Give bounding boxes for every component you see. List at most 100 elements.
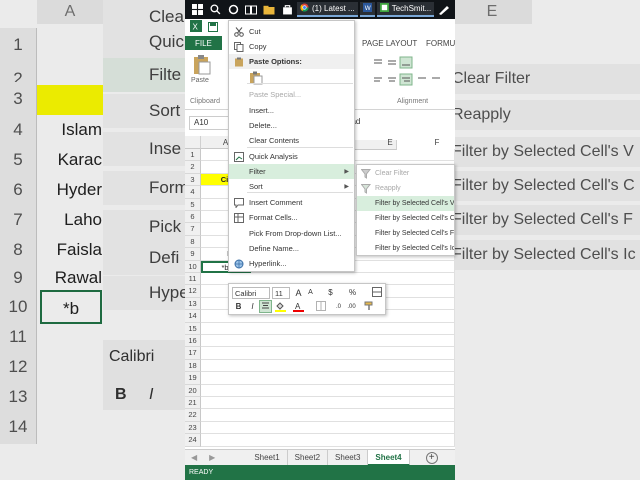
name-box[interactable]: A10 xyxy=(189,115,229,130)
row-header[interactable]: 16 xyxy=(185,335,201,348)
taskbar-app-word[interactable]: W xyxy=(359,2,375,17)
taskbar-app-chrome[interactable]: (1) Latest ... xyxy=(297,2,358,17)
font-name-box[interactable]: Calibri xyxy=(232,287,270,299)
clipboard-icon xyxy=(233,56,244,67)
row-header[interactable]: 14 xyxy=(185,310,201,323)
menu-item-insert-comment[interactable]: Insert Comment xyxy=(229,195,354,210)
menu-item-copy[interactable]: Copy xyxy=(229,39,354,54)
menu-item-quick-analysis[interactable]: Quick Analysis xyxy=(229,149,354,164)
add-sheet-icon[interactable]: + xyxy=(425,451,438,464)
increase-decimal-icon[interactable]: .0 xyxy=(333,301,344,313)
sheet-tab-2[interactable]: Sheet2 xyxy=(288,449,329,466)
submenu-item-label: Reapply xyxy=(375,185,401,192)
submenu-item-1[interactable]: Reapply xyxy=(357,181,454,196)
tab-page-layout[interactable]: PAGE LAYOUT xyxy=(362,39,417,48)
row-header[interactable]: 11 xyxy=(185,273,201,286)
menu-item-filter[interactable]: Filter ▶ xyxy=(229,164,354,179)
menu-item-paste-special[interactable]: Paste Special... xyxy=(229,87,354,102)
row-header[interactable]: 23 xyxy=(185,421,201,435)
sheet-tab-3[interactable]: Sheet3 xyxy=(328,449,369,466)
menu-item-label: Pick From Drop-down List... xyxy=(249,229,342,238)
row-header[interactable]: 4 xyxy=(185,186,201,199)
bold-button[interactable]: B xyxy=(233,301,244,313)
sheet-tab-1[interactable]: Sheet1 xyxy=(247,449,288,466)
windows-start-icon[interactable] xyxy=(189,3,205,17)
submenu-item-2[interactable]: Filter by Selected Cell's V xyxy=(357,196,454,211)
menu-separator xyxy=(247,147,353,148)
menu-item-pick-from-drop-down-list[interactable]: Pick From Drop-down List... xyxy=(229,226,354,241)
submenu-item-4[interactable]: Filter by Selected Cell's F xyxy=(357,226,454,241)
italic-button[interactable]: I xyxy=(247,301,258,313)
menu-item-cut[interactable]: Cut xyxy=(229,24,354,39)
save-icon[interactable] xyxy=(208,19,218,37)
percent-button[interactable]: % xyxy=(347,287,358,299)
submenu-item-0[interactable]: Clear Filter xyxy=(357,166,454,181)
prev-sheet-icon[interactable]: ◀ xyxy=(185,453,203,462)
row-header[interactable]: 7 xyxy=(185,223,201,236)
row-header[interactable]: 12 xyxy=(185,285,201,298)
row-header[interactable]: 2 xyxy=(185,161,201,174)
sheet-tabs-bar: ◀ ▶ Sheet1 Sheet2 Sheet3 Sheet4 + xyxy=(185,449,455,466)
grid-row xyxy=(201,322,455,335)
grow-font-button[interactable]: A xyxy=(293,287,304,299)
hyperlink-icon xyxy=(233,258,244,269)
comma-style-icon[interactable] xyxy=(371,287,382,299)
alignment-buttons[interactable] xyxy=(372,56,452,90)
row-header[interactable]: 10 xyxy=(185,260,201,273)
pen-icon[interactable] xyxy=(436,3,452,17)
font-size-box[interactable]: 11 xyxy=(272,287,290,299)
menu-item-format-cells[interactable]: Format Cells... xyxy=(229,210,354,225)
row-header[interactable]: 17 xyxy=(185,347,201,360)
submenu-arrow-icon: ▶ xyxy=(344,184,349,190)
row-header[interactable]: 19 xyxy=(185,372,201,385)
format-painter-icon[interactable] xyxy=(363,301,374,313)
row-header[interactable]: 15 xyxy=(185,322,201,335)
row-header[interactable]: 5 xyxy=(185,198,201,211)
search-icon[interactable] xyxy=(207,3,223,17)
paste-icon[interactable] xyxy=(191,54,213,76)
taskbar-app-techsmith[interactable]: TechSmit... xyxy=(376,2,435,17)
tab-file[interactable]: FILE xyxy=(185,36,222,50)
menu-item-label: Insert Comment xyxy=(249,198,303,207)
row-header[interactable]: 18 xyxy=(185,359,201,373)
column-header-f[interactable]: F xyxy=(419,136,455,149)
cortana-icon[interactable] xyxy=(225,3,241,17)
menu-item-label: Cut xyxy=(249,27,261,36)
tab-formulas[interactable]: FORMUL xyxy=(426,39,455,48)
decrease-decimal-icon[interactable]: .00 xyxy=(346,301,357,313)
task-view-icon[interactable] xyxy=(243,3,259,17)
borders-icon[interactable] xyxy=(315,301,326,313)
currency-button[interactable]: $ xyxy=(325,287,336,299)
column-header-e[interactable]: E xyxy=(375,136,405,149)
sheet-tab-4[interactable]: Sheet4 xyxy=(368,449,410,466)
row-header[interactable]: 9 xyxy=(185,248,201,261)
paste-options-buttons xyxy=(229,69,354,87)
menu-item-hyperlink[interactable]: Hyperlink... xyxy=(229,256,354,271)
submenu-item-3[interactable]: Filter by Selected Cell's C xyxy=(357,211,454,226)
shrink-font-button[interactable]: A xyxy=(305,287,316,299)
mini-toolbar: Calibri 11 A A $ % B I A .0 .00 xyxy=(228,283,386,315)
row-header[interactable]: 24 xyxy=(185,434,201,447)
row-header[interactable]: 22 xyxy=(185,409,201,422)
menu-item-clear-contents[interactable]: Clear Contents xyxy=(229,133,354,148)
fill-color-icon[interactable] xyxy=(275,301,286,313)
select-all-corner[interactable] xyxy=(185,136,201,149)
row-header[interactable]: 8 xyxy=(185,235,201,249)
next-sheet-icon[interactable]: ▶ xyxy=(203,453,221,462)
submenu-item-5[interactable]: Filter by Selected Cell's Ic xyxy=(357,241,454,255)
explorer-icon[interactable] xyxy=(261,3,277,17)
row-header[interactable]: 20 xyxy=(185,384,201,397)
row-header[interactable]: 21 xyxy=(185,397,201,410)
scissors-icon xyxy=(233,26,244,37)
grid-row xyxy=(201,384,455,397)
row-header[interactable]: 13 xyxy=(185,297,201,311)
row-header[interactable]: 6 xyxy=(185,211,201,224)
row-header[interactable]: 1 xyxy=(185,149,201,162)
store-icon[interactable] xyxy=(279,3,295,17)
align-center-icon[interactable] xyxy=(259,300,272,313)
menu-item-delete[interactable]: Delete... xyxy=(229,118,354,133)
menu-item-insert[interactable]: Insert... xyxy=(229,103,354,118)
row-header[interactable]: 3 xyxy=(185,173,201,187)
font-color-icon[interactable]: A xyxy=(293,301,304,313)
menu-item-define-name[interactable]: Define Name... xyxy=(229,241,354,256)
